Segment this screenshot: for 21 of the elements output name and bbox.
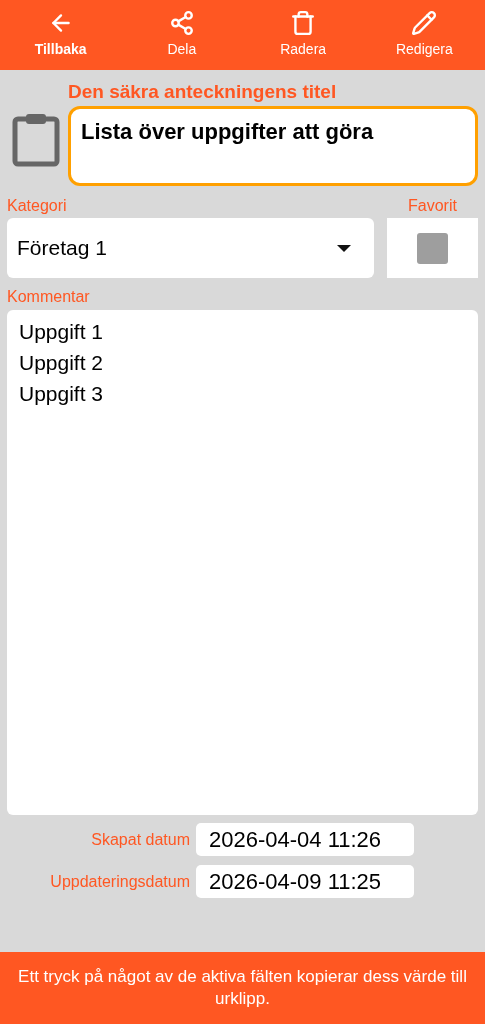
field-label: Favorit [408, 196, 457, 216]
date-label: Uppdateringsdatum [49, 871, 191, 892]
date-value[interactable]: 2026-04-04 11:26 [196, 823, 414, 856]
clipboard-icon [12, 111, 60, 167]
comment-line: Uppgift 1 [19, 319, 104, 345]
field-label: Den säkra anteckningens titel [68, 81, 338, 103]
date-label: Skapat datum [90, 829, 191, 850]
share-icon [168, 10, 195, 36]
date-value[interactable]: 2026-04-09 11:25 [196, 865, 414, 898]
field-label: Kategori [7, 196, 68, 216]
info-banner: Ett tryck på något av de aktiva fälten kopierar dess värde till urklipp. [0, 952, 485, 1024]
title-field[interactable]: Lista över uppgifter att göra [68, 106, 478, 186]
comment-line: Uppgift 3 [19, 381, 104, 407]
pencil-icon [411, 10, 438, 36]
dropdown-caret-icon [337, 244, 351, 252]
trash-icon [290, 10, 317, 36]
comment-line: Uppgift 2 [19, 350, 104, 376]
field-label: Kommentar [7, 287, 91, 307]
comment-field[interactable]: Uppgift 1 Uppgift 2 Uppgift 3 [7, 310, 478, 815]
favorite-checkbox[interactable] [417, 232, 448, 264]
category-dropdown[interactable]: Företag 1 [7, 218, 374, 278]
